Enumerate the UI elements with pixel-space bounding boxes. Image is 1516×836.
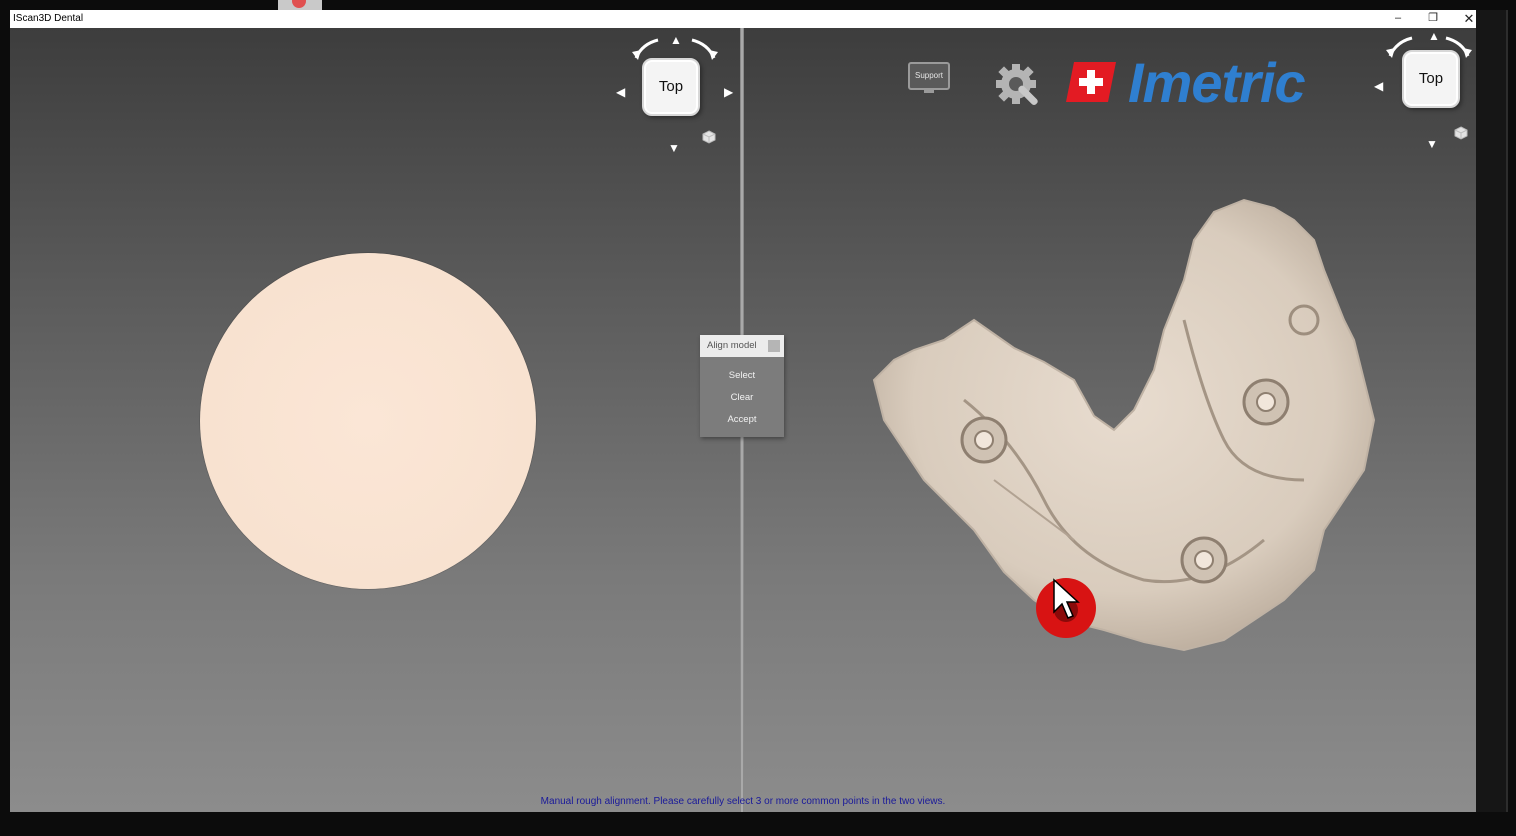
support-button[interactable]: Support [908, 62, 950, 93]
brand-logo-text: Imetric [1128, 51, 1306, 114]
align-accept-button[interactable]: Accept [700, 414, 784, 425]
swiss-cross-logo-icon [1066, 62, 1116, 102]
align-clear-button[interactable]: Clear [700, 392, 784, 403]
rotate-up-arrow-icon[interactable]: ▲ [1428, 30, 1440, 42]
navcube-top-face[interactable]: Top [1402, 50, 1460, 108]
settings-gear-wrench-icon[interactable] [992, 60, 1044, 112]
desktop-edge-line [1506, 10, 1508, 836]
right-navigation-cube[interactable]: ▲ ◀ ▼ Top [1366, 28, 1476, 150]
rotate-down-arrow-icon[interactable]: ▼ [668, 142, 680, 154]
rotate-up-arrow-icon[interactable]: ▲ [670, 34, 682, 46]
bottom-strip [0, 812, 1516, 836]
view-cube-menu-icon[interactable] [702, 130, 716, 144]
status-message: Manual rough alignment. Please carefully… [540, 796, 946, 807]
restore-button[interactable]: ❐ [1418, 10, 1448, 28]
view-cube-menu-icon[interactable] [1454, 126, 1468, 140]
rotate-left-small-arrow-icon[interactable]: ◀ [1374, 80, 1383, 92]
align-select-button[interactable]: Select [700, 370, 784, 381]
rotate-down-arrow-icon[interactable]: ▼ [1426, 138, 1438, 150]
window-title: IScan3D Dental [13, 13, 84, 24]
align-panel-title: Align model [707, 340, 757, 351]
title-bar: IScan3D Dental – ❐ ✕ [10, 10, 1476, 28]
taskbar-thumbnail[interactable] [278, 0, 322, 10]
align-panel-close-icon[interactable] [768, 340, 780, 352]
support-monitor-stand [924, 89, 934, 93]
dental-arch-scan-model[interactable] [844, 180, 1404, 660]
align-model-panel: Align model Select Clear Accept [700, 335, 784, 437]
desktop-edge [1476, 10, 1508, 836]
rotate-left-small-arrow-icon[interactable]: ◀ [616, 86, 625, 98]
reference-model-disc[interactable] [200, 253, 536, 589]
align-panel-header[interactable]: Align model [700, 335, 784, 357]
navcube-top-face[interactable]: Top [642, 58, 700, 116]
minimize-button[interactable]: – [1383, 10, 1413, 28]
left-3d-viewport[interactable]: ▲ ◀ ▶ ▼ Top [10, 28, 740, 812]
close-button[interactable]: ✕ [1454, 10, 1484, 28]
rotate-left-arrow-icon[interactable] [632, 38, 662, 60]
rotate-right-small-arrow-icon[interactable]: ▶ [724, 86, 733, 98]
support-monitor-icon: Support [908, 62, 950, 90]
left-navigation-cube[interactable]: ▲ ◀ ▶ ▼ Top [614, 32, 734, 154]
rotate-right-arrow-icon[interactable] [688, 38, 718, 60]
app-window: IScan3D Dental – ❐ ✕ ▲ ◀ ▶ ▼ Top Support… [10, 10, 1476, 812]
right-3d-viewport[interactable]: Support Imetric ▲ ◀ ▼ Top [744, 28, 1476, 812]
taskbar-strip [0, 0, 1516, 10]
